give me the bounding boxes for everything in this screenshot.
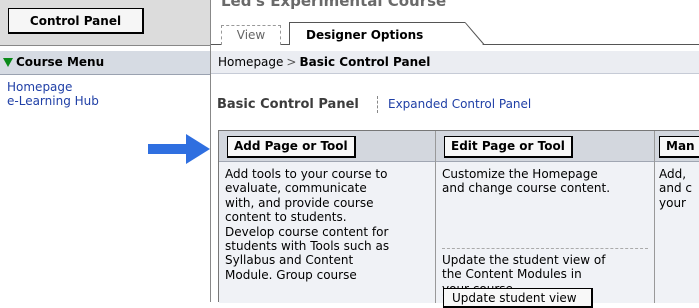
breadcrumb: Homepage > Basic Control Panel [211, 51, 699, 74]
add-page-or-tool-button[interactable]: Add Page or Tool [227, 136, 356, 158]
tab-designer-options[interactable]: Designer Options [289, 22, 465, 45]
tool-description: Add, and c your [659, 167, 692, 210]
breadcrumb-current: Basic Control Panel [299, 55, 431, 69]
tab-edge [455, 22, 485, 45]
tool-table: Add Page or Tool Add tools to your cours… [218, 130, 699, 308]
tool-description: Add tools to your course to evaluate, co… [225, 167, 390, 282]
control-panel-button[interactable]: Control Panel [8, 8, 144, 34]
tool-column-body: Add tools to your course to evaluate, co… [219, 162, 435, 303]
expanded-control-panel-link[interactable]: Expanded Control Panel [388, 97, 531, 111]
description-divider [442, 248, 648, 249]
expand-triangle-icon [3, 58, 13, 67]
tool-column-header: Add Page or Tool [219, 131, 435, 162]
course-title: Led's Experimental Course [221, 0, 447, 10]
tool-column-edit: Edit Page or Tool Customize the Homepage… [436, 131, 655, 308]
tool-column-header: Edit Page or Tool [436, 131, 654, 162]
update-student-view-button[interactable]: Update student view [443, 288, 593, 308]
menu-link-elearning-hub[interactable]: e-Learning Hub [7, 94, 99, 108]
course-menu-links: Homepage e-Learning Hub [7, 80, 99, 108]
tool-column-add: Add Page or Tool Add tools to your cours… [219, 131, 436, 303]
tab-designer-options-label: Designer Options [306, 28, 424, 42]
tool-column-manage: Man Add, and c your [655, 131, 699, 303]
course-menu-header[interactable]: Course Menu [0, 51, 210, 75]
breadcrumb-separator: > [286, 55, 297, 69]
course-menu-label: Course Menu [16, 55, 105, 69]
tab-view[interactable]: View [221, 25, 281, 45]
column-divider [210, 0, 211, 302]
manage-tool-button[interactable]: Man [659, 136, 699, 158]
page-title: Basic Control Panel [217, 97, 359, 112]
tool-description: Customize the Homepage and change course… [442, 167, 611, 196]
pointer-arrow-icon [148, 134, 210, 164]
breadcrumb-home[interactable]: Homepage [218, 55, 283, 69]
tool-column-body: Customize the Homepage and change course… [436, 162, 654, 308]
tool-column-header: Man [655, 131, 699, 162]
tool-column-body: Add, and c your [655, 162, 699, 303]
heading-divider [377, 96, 378, 113]
control-panel-area: Control Panel [0, 0, 210, 46]
edit-page-or-tool-button[interactable]: Edit Page or Tool [444, 136, 573, 158]
menu-link-homepage[interactable]: Homepage [7, 80, 99, 94]
